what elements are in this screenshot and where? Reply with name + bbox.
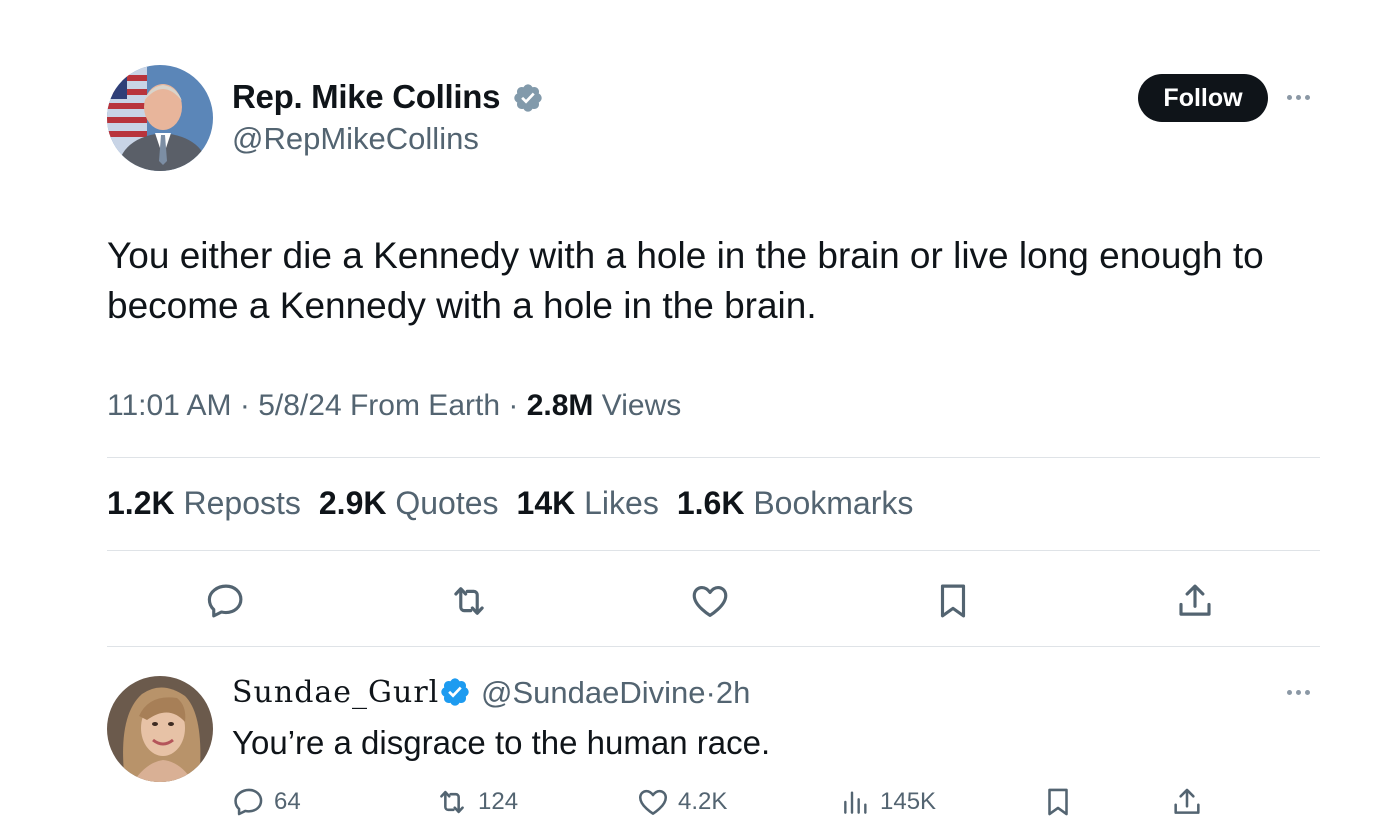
views-label: Views: [601, 389, 682, 422]
likes-label: Likes: [584, 485, 659, 521]
divider: [107, 646, 1320, 647]
repost-icon[interactable]: [447, 580, 491, 622]
reply-likes-action[interactable]: 4.2K: [636, 785, 727, 819]
verified-badge-icon: [439, 676, 471, 708]
bookmark-icon[interactable]: [932, 580, 974, 622]
reply-replies-action[interactable]: 64: [232, 785, 301, 819]
quotes-stat[interactable]: 2.9K Quotes: [319, 485, 499, 522]
meta-separator: ·: [508, 389, 519, 422]
reply-views-action[interactable]: 145K: [840, 785, 936, 819]
reply-author-name[interactable]: Sundae_Gurl: [232, 675, 439, 710]
more-options-icon[interactable]: [1287, 95, 1310, 100]
share-icon[interactable]: [1174, 580, 1216, 622]
likes-stat[interactable]: 14K Likes: [517, 485, 659, 522]
reply-more-options-icon[interactable]: [1287, 690, 1310, 695]
reply-views-count: 145K: [880, 788, 937, 815]
tweet-time[interactable]: 11:01 AM: [107, 389, 232, 422]
reply-separator: ·: [705, 675, 716, 710]
author-handle[interactable]: @RepMikeCollins: [232, 121, 479, 157]
views-icon: [840, 785, 872, 819]
bookmarks-count: 1.6K: [676, 485, 745, 521]
reply-replies-count: 64: [274, 788, 301, 815]
likes-count: 14K: [516, 485, 576, 521]
bookmarks-label: Bookmarks: [753, 485, 914, 521]
tweet-source: From Earth: [349, 389, 501, 422]
quotes-label: Quotes: [395, 485, 499, 521]
like-icon[interactable]: [689, 580, 731, 622]
verified-badge-icon: [512, 82, 544, 114]
reply-time[interactable]: 2h: [716, 675, 750, 710]
author-name[interactable]: Rep. Mike Collins: [232, 78, 500, 116]
divider: [107, 457, 1320, 458]
reposts-count: 1.2K: [107, 485, 175, 521]
reply-bookmark-icon[interactable]: [1041, 785, 1075, 819]
reply-likes-count: 4.2K: [678, 788, 728, 815]
quotes-count: 2.9K: [318, 485, 387, 521]
reposts-label: Reposts: [183, 485, 301, 521]
reply-reposts-action[interactable]: 124: [434, 785, 518, 819]
reply-icon[interactable]: [205, 580, 247, 622]
reply-avatar[interactable]: [107, 676, 213, 782]
views-count: 2.8M: [526, 389, 594, 422]
engagement-stats: 1.2K Reposts 2.9K Quotes 14K Likes 1.6K …: [107, 485, 913, 522]
reply-share-icon[interactable]: [1170, 785, 1204, 819]
meta-separator: ·: [239, 389, 250, 422]
tweet-date[interactable]: 5/8/24: [258, 389, 341, 422]
reply-icon: [232, 785, 266, 819]
reply-text: You’re a disgrace to the human race.: [232, 724, 771, 761]
divider: [107, 550, 1320, 551]
tweet-meta: 11:01 AM · 5/8/24 From Earth · 2.8M View…: [107, 389, 681, 423]
follow-button[interactable]: Follow: [1138, 74, 1268, 122]
bookmarks-stat[interactable]: 1.6K Bookmarks: [677, 485, 914, 522]
repost-icon: [434, 785, 470, 819]
reply-handle[interactable]: @SundaeDivine: [481, 675, 706, 710]
reply-reposts-count: 124: [478, 788, 519, 815]
author-avatar[interactable]: [107, 65, 213, 171]
like-icon: [636, 785, 670, 819]
reposts-stat[interactable]: 1.2K Reposts: [107, 485, 301, 522]
reply-handle-line: @SundaeDivine·2h: [481, 675, 750, 711]
tweet-text: You either die a Kennedy with a hole in …: [107, 235, 1264, 326]
